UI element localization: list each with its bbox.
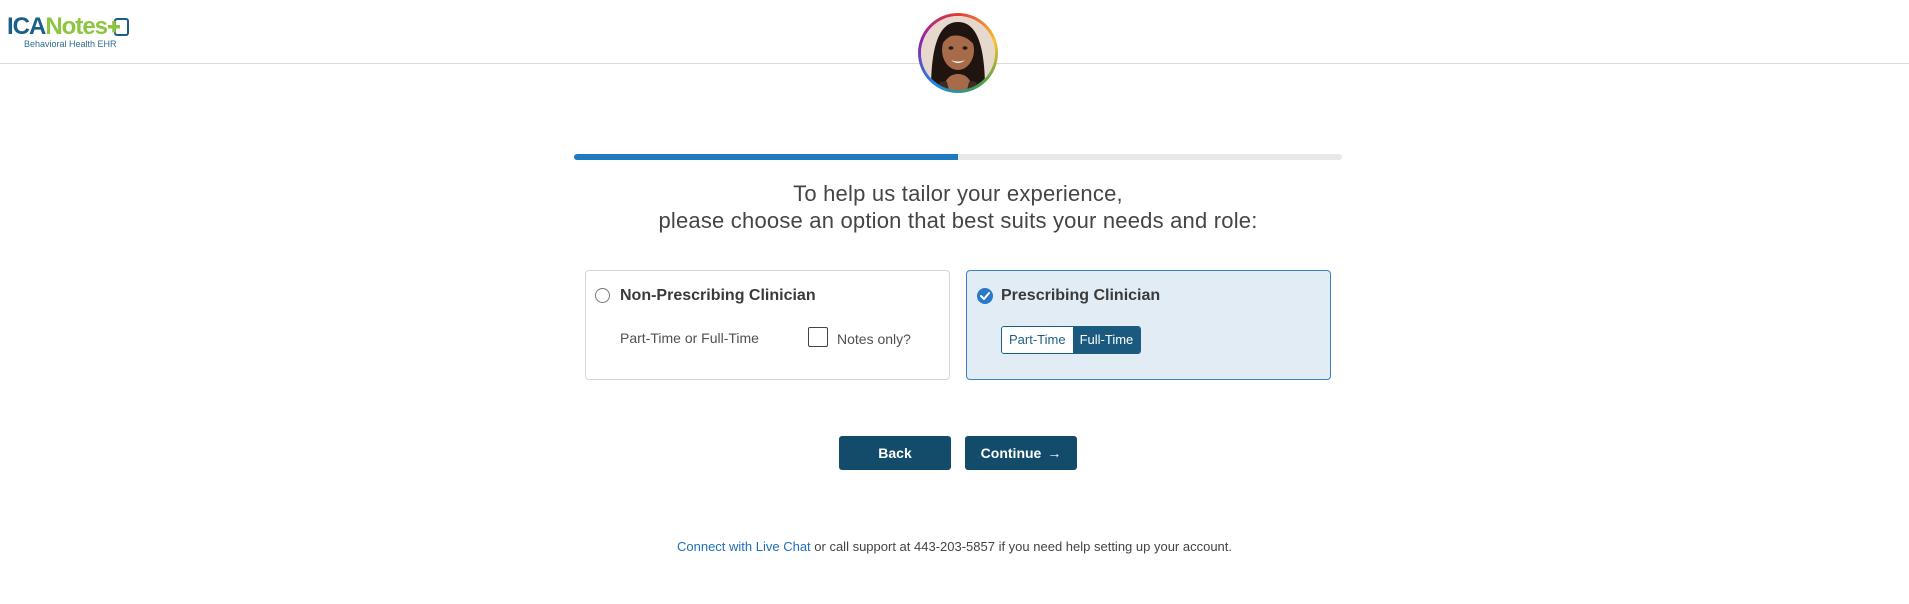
logo-tagline: Behavioral Health EHR: [24, 39, 117, 49]
logo-ica-text: ICA: [7, 13, 46, 40]
progress-bar-fill: [574, 154, 958, 160]
logo-plus-icon: [108, 17, 130, 37]
live-chat-link[interactable]: Connect with Live Chat: [677, 539, 811, 554]
user-avatar[interactable]: [918, 13, 998, 93]
schedule-toggle: Part-Time Full-Time: [1001, 326, 1142, 354]
icanotes-logo[interactable]: ICANotes Behavioral Health EHR: [7, 14, 142, 52]
page-heading: To help us tailor your experience, pleas…: [574, 180, 1342, 234]
checkmark-icon: [980, 292, 990, 300]
continue-button[interactable]: Continue →: [965, 436, 1077, 470]
option-title-prescribing: Prescribing Clinician: [1001, 287, 1161, 304]
option-card-prescribing[interactable]: Prescribing Clinician Part-Time Full-Tim…: [966, 270, 1331, 380]
back-button-label: Back: [878, 445, 912, 461]
progress-bar: [574, 154, 1342, 160]
option-card-non-prescribing[interactable]: Non-Prescribing Clinician Part-Time or F…: [585, 270, 950, 380]
logo-notes-text: Notes: [45, 13, 108, 40]
avatar-portrait-icon: [921, 16, 995, 90]
notes-only-checkbox[interactable]: [808, 327, 828, 347]
option-title-non-prescribing: Non-Prescribing Clinician: [620, 287, 816, 304]
notes-only-label[interactable]: Notes only?: [837, 331, 911, 347]
heading-line-1: To help us tailor your experience,: [793, 181, 1123, 206]
back-button[interactable]: Back: [839, 436, 951, 470]
toggle-part-time[interactable]: Part-Time: [1002, 327, 1073, 353]
continue-button-label: Continue: [980, 445, 1042, 461]
support-text: or call support at 443-203-5857 if you n…: [810, 539, 1233, 554]
arrow-right-icon: →: [1047, 445, 1062, 461]
toggle-full-time[interactable]: Full-Time: [1072, 327, 1141, 353]
support-footer: Connect with Live Chat or call support a…: [0, 539, 1909, 554]
radio-checked-prescribing[interactable]: [977, 288, 993, 304]
option-subtitle-non-prescribing: Part-Time or Full-Time: [620, 330, 759, 346]
heading-line-2: please choose an option that best suits …: [658, 208, 1258, 233]
radio-non-prescribing[interactable]: [595, 288, 610, 303]
